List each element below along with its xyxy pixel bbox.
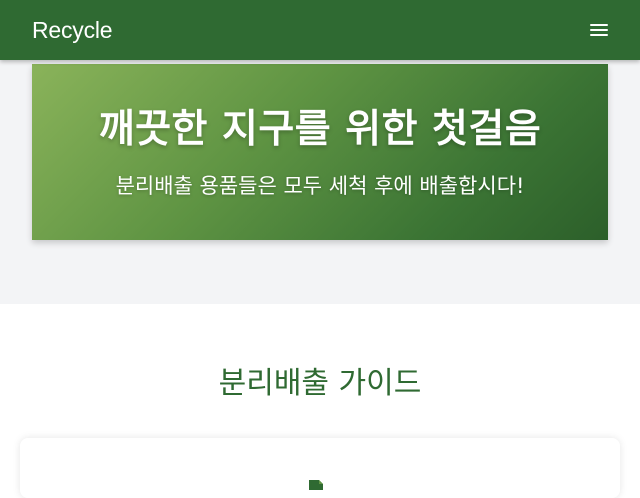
guide-card[interactable] <box>20 438 620 498</box>
hamburger-line <box>590 34 608 36</box>
hamburger-line <box>590 29 608 31</box>
document-icon <box>307 475 325 490</box>
hero-subtitle: 분리배출 용품들은 모두 세척 후에 배출합시다! <box>115 174 525 198</box>
hero-title: 깨끗한 지구를 위한 첫걸음 <box>98 107 542 152</box>
hamburger-line <box>590 24 608 26</box>
hero-section: 깨끗한 지구를 위한 첫걸음 분리배출 용품들은 모두 세척 후에 배출합시다! <box>0 60 640 304</box>
brand-logo[interactable]: Recycle <box>32 17 113 44</box>
top-navbar: Recycle <box>0 0 640 60</box>
guide-title: 분리배출 가이드 <box>218 366 422 401</box>
hamburger-menu-button[interactable] <box>588 21 610 39</box>
guide-section: 분리배출 가이드 <box>0 304 640 498</box>
hero-banner: 깨끗한 지구를 위한 첫걸음 분리배출 용품들은 모두 세척 후에 배출합시다! <box>32 64 608 240</box>
